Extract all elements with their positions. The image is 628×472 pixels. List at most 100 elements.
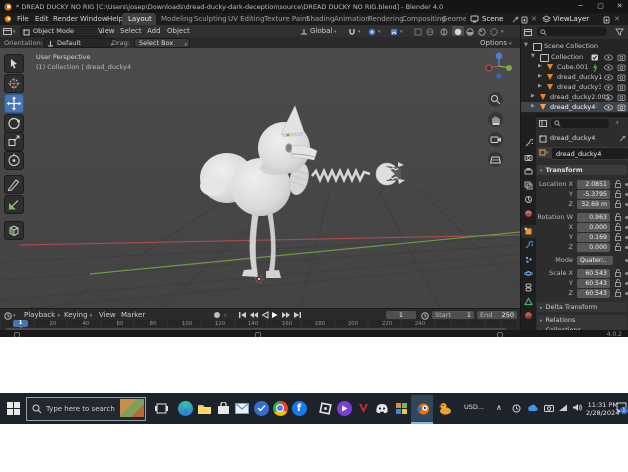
- lock-icon[interactable]: [615, 213, 621, 221]
- auto-keying-record-button[interactable]: [214, 312, 220, 318]
- unlink-scene-icon[interactable]: ✕: [531, 15, 537, 23]
- camera-view-icon[interactable]: [488, 132, 503, 147]
- tool-rotate[interactable]: [4, 114, 24, 133]
- properties-filter-caret[interactable]: ▾: [616, 120, 619, 126]
- editor-type-icon[interactable]: [3, 28, 12, 35]
- expand-icon[interactable]: ▶: [531, 103, 535, 109]
- field-value[interactable]: 60.543: [577, 269, 610, 278]
- pan-view-icon[interactable]: [488, 112, 503, 127]
- tray-update-icon[interactable]: [512, 404, 521, 413]
- tab-material[interactable]: [524, 311, 533, 320]
- weather-widget-thumbnail[interactable]: [120, 399, 144, 417]
- shading-rendered-icon[interactable]: [478, 28, 486, 36]
- lock-icon[interactable]: [615, 180, 621, 188]
- disable-render-camera-icon[interactable]: [617, 84, 626, 91]
- shading-wireframe-icon[interactable]: [490, 28, 498, 36]
- exclude-checkbox[interactable]: [591, 54, 599, 61]
- discord-icon[interactable]: [373, 399, 391, 417]
- toggle-xray-icon[interactable]: [440, 28, 448, 36]
- edge-icon[interactable]: [176, 399, 194, 417]
- lock-icon[interactable]: [615, 269, 621, 277]
- tab-compositing[interactable]: Compositing: [402, 15, 446, 23]
- roblox-icon[interactable]: [316, 399, 334, 417]
- vp-menu-add[interactable]: Add: [147, 27, 161, 35]
- tab-view-layer[interactable]: [524, 181, 533, 190]
- shading-material-icon[interactable]: [466, 28, 474, 36]
- lock-icon[interactable]: [615, 243, 621, 251]
- hide-eye-icon[interactable]: [604, 64, 613, 71]
- clock[interactable]: 11:31 PM 2/28/2024: [586, 401, 618, 417]
- field-value[interactable]: 32.69 m: [577, 200, 610, 209]
- outliner-row-dread-ducky1[interactable]: ▶ dread_ducky1: [521, 72, 628, 82]
- falloff-caret[interactable]: ▾: [400, 29, 403, 35]
- disable-render-camera-icon[interactable]: [617, 94, 626, 101]
- tab-world[interactable]: [524, 209, 533, 218]
- field-value[interactable]: -5.3795: [577, 190, 610, 199]
- outliner-row-collection[interactable]: ▼ Collection: [521, 52, 628, 62]
- tab-modeling[interactable]: Modeling: [161, 15, 193, 23]
- tray-language-label[interactable]: USD...: [464, 403, 484, 411]
- dread-ducky-model[interactable]: [200, 106, 405, 278]
- timeline-menu-playback[interactable]: Playback ▾: [24, 311, 60, 319]
- playhead-current-frame[interactable]: 1: [13, 320, 28, 327]
- snap-caret[interactable]: ▾: [358, 29, 361, 35]
- timeline-editor-caret[interactable]: ▾: [13, 313, 16, 319]
- view-layer-icon[interactable]: [542, 15, 551, 23]
- orientation-global[interactable]: Global: [310, 27, 332, 35]
- id-type-dropdown[interactable]: ▾: [537, 147, 551, 158]
- prev-keyframe-button[interactable]: [249, 311, 259, 319]
- tab-sculpting[interactable]: Sculpting: [194, 15, 227, 23]
- section-delta-transform[interactable]: ▸Delta Transform: [537, 302, 627, 312]
- editor-type-caret[interactable]: ▾: [13, 29, 16, 35]
- media-player-icon[interactable]: [335, 399, 353, 417]
- menu-render[interactable]: Render: [53, 15, 78, 23]
- current-frame-field[interactable]: 1: [386, 311, 416, 319]
- scene-icon[interactable]: [470, 15, 479, 23]
- show-gizmo-icon[interactable]: [414, 28, 422, 36]
- disable-render-camera-icon[interactable]: [617, 104, 626, 111]
- game-tiles-icon[interactable]: [392, 399, 410, 417]
- orientation-dropdown[interactable]: Default ▾: [44, 38, 116, 48]
- scene-name[interactable]: Scene: [482, 15, 503, 23]
- tab-animation[interactable]: Animation: [334, 15, 370, 23]
- outliner-row-dread-ducky4-selected[interactable]: ▶ dread_ducky4 ⋮: [521, 102, 628, 112]
- filter-icon[interactable]: [615, 28, 624, 36]
- options-menu[interactable]: Options: [480, 39, 507, 47]
- vp-menu-view[interactable]: View: [98, 27, 115, 35]
- pin-id-icon[interactable]: [619, 135, 626, 142]
- expand-icon[interactable]: ▶: [538, 73, 542, 79]
- field-value[interactable]: 60.543: [577, 279, 610, 288]
- pin-icon[interactable]: [512, 16, 519, 23]
- task-view-button[interactable]: [152, 399, 170, 417]
- close-button[interactable]: ✕: [611, 0, 628, 13]
- show-overlays-icon[interactable]: [426, 28, 434, 36]
- hide-eye-icon[interactable]: [604, 74, 613, 81]
- timeline-ruler[interactable]: 20 40 60 80 100 120 140 160 180 200 220 …: [0, 320, 520, 327]
- proportional-editing-icon[interactable]: [368, 28, 376, 36]
- todo-check-icon[interactable]: [252, 399, 270, 417]
- field-value[interactable]: 0.169: [577, 233, 610, 242]
- disable-render-camera-icon[interactable]: [617, 64, 626, 71]
- tray-expand-chevron[interactable]: ∧: [496, 403, 502, 412]
- tab-layout[interactable]: Layout: [128, 15, 152, 23]
- remove-view-layer-icon[interactable]: ✕: [614, 15, 620, 23]
- tab-scene[interactable]: [524, 195, 533, 204]
- play-button[interactable]: [271, 311, 279, 319]
- lock-icon[interactable]: [615, 233, 621, 241]
- mode-selector[interactable]: Object Mode ▾: [20, 26, 106, 37]
- field-value[interactable]: 0.963: [577, 213, 610, 222]
- tool-scale[interactable]: [4, 132, 24, 151]
- tab-output[interactable]: [524, 167, 533, 176]
- dread-deception-icon[interactable]: [354, 399, 372, 417]
- blender-app-menu-icon[interactable]: [4, 15, 12, 23]
- play-reverse-button[interactable]: [261, 311, 269, 319]
- start-button[interactable]: [4, 399, 22, 417]
- view-layer-name[interactable]: ViewLayer: [553, 15, 589, 23]
- transform-section-header[interactable]: ▾Transform: [537, 165, 627, 175]
- perspective-toggle-icon[interactable]: [488, 152, 503, 167]
- menu-edit[interactable]: Edit: [35, 15, 49, 23]
- tab-constraints[interactable]: [524, 283, 533, 292]
- outliner-search-input[interactable]: [537, 27, 607, 36]
- tool-measure[interactable]: [4, 195, 24, 214]
- hide-eye-icon[interactable]: [604, 54, 613, 61]
